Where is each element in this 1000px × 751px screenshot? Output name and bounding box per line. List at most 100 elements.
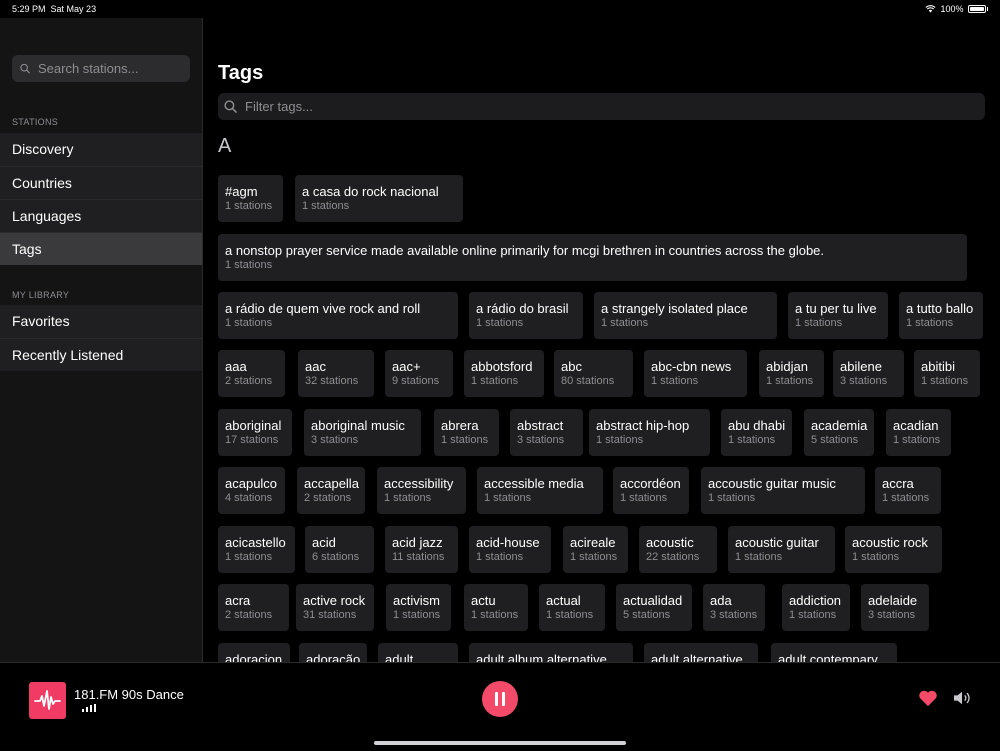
tag-chip[interactable]: abstract 3 stations bbox=[510, 409, 583, 456]
tag-station-count: 1 stations bbox=[893, 434, 941, 446]
tag-chip[interactable]: a rádio de quem vive rock and roll 1 stat… bbox=[218, 292, 458, 339]
tag-name: a tutto ballo bbox=[906, 301, 974, 316]
tag-chip[interactable]: abidjan 1 stations bbox=[759, 350, 824, 397]
tag-chip[interactable]: abc 80 stations bbox=[554, 350, 633, 397]
tag-chip[interactable]: ada 3 stations bbox=[703, 584, 765, 631]
tag-station-count: 3 stations bbox=[840, 375, 888, 387]
tag-station-count: 3 stations bbox=[517, 434, 565, 446]
sidebar-item-tags[interactable]: Tags bbox=[0, 232, 202, 265]
tag-chip[interactable]: active rock 31 stations bbox=[296, 584, 374, 631]
station-search[interactable] bbox=[12, 55, 190, 82]
search-input[interactable] bbox=[36, 60, 190, 77]
tag-chip[interactable]: aac+ 9 stations bbox=[385, 350, 453, 397]
tag-station-count: 1 stations bbox=[596, 434, 644, 446]
tag-chip[interactable]: adult alternative bbox=[644, 643, 758, 662]
sidebar-item-favorites[interactable]: Favorites bbox=[0, 305, 202, 338]
tag-chip[interactable]: a rádio do brasil 1 stations bbox=[469, 292, 583, 339]
tag-station-count: 1 stations bbox=[225, 551, 273, 563]
tag-station-count: 2 stations bbox=[225, 609, 273, 621]
tag-chip[interactable]: aboriginal music 3 stations bbox=[304, 409, 421, 456]
tag-chip[interactable]: a tu per tu live 1 stations bbox=[788, 292, 888, 339]
tag-name: acid bbox=[312, 535, 336, 550]
tag-chip[interactable]: actu 1 stations bbox=[464, 584, 528, 631]
tag-name: abilene bbox=[840, 359, 882, 374]
tag-chip[interactable]: a strangely isolated place 1 stations bbox=[594, 292, 777, 339]
library-nav: Favorites Recently Listened bbox=[0, 305, 202, 371]
tag-chip[interactable]: aboriginal 17 stations bbox=[218, 409, 292, 456]
tag-chip[interactable]: a nonstop prayer service made available … bbox=[218, 234, 967, 281]
tag-chip[interactable]: academia 5 stations bbox=[804, 409, 874, 456]
tag-grid: #agm 1 stations a casa do rock nacional 1 s… bbox=[203, 18, 1000, 662]
battery-tip bbox=[986, 7, 988, 11]
tag-chip[interactable]: adoracion bbox=[218, 643, 290, 662]
tag-chip[interactable]: accordéon 1 stations bbox=[613, 467, 689, 514]
tag-chip[interactable]: abc-cbn news 1 stations bbox=[644, 350, 747, 397]
tag-chip[interactable]: adult album alternative bbox=[469, 643, 633, 662]
tag-chip[interactable]: adult contempary bbox=[771, 643, 897, 662]
tag-chip[interactable]: acapulco 4 stations bbox=[218, 467, 285, 514]
tag-chip[interactable]: acid 6 stations bbox=[305, 526, 374, 573]
signal-bars-icon bbox=[82, 704, 96, 712]
tag-chip[interactable]: actual 1 stations bbox=[539, 584, 605, 631]
tag-chip[interactable]: acireale 1 stations bbox=[563, 526, 628, 573]
tag-chip[interactable]: abbotsford 1 stations bbox=[464, 350, 544, 397]
tag-chip[interactable]: acoustic guitar 1 stations bbox=[728, 526, 835, 573]
tag-name: abitibi bbox=[921, 359, 955, 374]
tag-name: abu dhabi bbox=[728, 418, 786, 433]
tag-chip[interactable]: acicastello 1 stations bbox=[218, 526, 295, 573]
sidebar-item-languages[interactable]: Languages bbox=[0, 199, 202, 232]
tag-chip[interactable]: adelaide 3 stations bbox=[861, 584, 929, 631]
wifi-icon bbox=[925, 5, 936, 13]
tag-chip[interactable]: accapella 2 stations bbox=[297, 467, 365, 514]
status-time: 5:29 PM Sat May 23 bbox=[12, 4, 96, 14]
tag-chip[interactable]: abrera 1 stations bbox=[434, 409, 499, 456]
tag-station-count: 1 stations bbox=[795, 317, 843, 329]
tag-station-count: 32 stations bbox=[305, 375, 359, 387]
tag-chip[interactable]: abilene 3 stations bbox=[833, 350, 904, 397]
tag-chip[interactable]: #agm 1 stations bbox=[218, 175, 283, 222]
tag-chip[interactable]: aac 32 stations bbox=[298, 350, 374, 397]
tag-station-count: 11 stations bbox=[392, 551, 445, 563]
tag-chip[interactable]: actualidad 5 stations bbox=[616, 584, 692, 631]
pause-button[interactable] bbox=[482, 681, 518, 717]
tag-chip[interactable]: accra 1 stations bbox=[875, 467, 941, 514]
tag-name: actu bbox=[471, 593, 496, 608]
tag-name: abrera bbox=[441, 418, 479, 433]
tag-chip[interactable]: adult bbox=[378, 643, 458, 662]
tag-station-count: 1 stations bbox=[708, 492, 756, 504]
now-playing-title[interactable]: 181.FM 90s Dance bbox=[74, 687, 184, 702]
tag-chip[interactable]: abstract hip-hop 1 stations bbox=[589, 409, 710, 456]
sidebar-item-recently-listened[interactable]: Recently Listened bbox=[0, 338, 202, 371]
tag-name: accapella bbox=[304, 476, 359, 491]
heart-icon[interactable] bbox=[918, 689, 938, 707]
tag-chip[interactable]: a casa do rock nacional 1 stations bbox=[295, 175, 463, 222]
tag-chip[interactable]: acid jazz 11 stations bbox=[385, 526, 458, 573]
tag-chip[interactable]: accessibility 1 stations bbox=[377, 467, 466, 514]
tag-chip[interactable]: abitibi 1 stations bbox=[914, 350, 980, 397]
tag-chip[interactable]: addiction 1 stations bbox=[782, 584, 850, 631]
battery-icon bbox=[967, 5, 986, 13]
sidebar-item-discovery[interactable]: Discovery bbox=[0, 133, 202, 166]
home-indicator[interactable] bbox=[374, 741, 626, 745]
tag-chip[interactable]: a tutto ballo 1 stations bbox=[899, 292, 983, 339]
tag-chip[interactable]: adoração bbox=[299, 643, 367, 662]
tag-chip[interactable]: activism 1 stations bbox=[386, 584, 451, 631]
tag-chip[interactable]: accoustic guitar music 1 stations bbox=[701, 467, 865, 514]
tag-chip[interactable]: acoustic 22 stations bbox=[639, 526, 717, 573]
tag-chip[interactable]: acadian 1 stations bbox=[886, 409, 951, 456]
tag-name: a strangely isolated place bbox=[601, 301, 748, 316]
tag-station-count: 1 stations bbox=[471, 609, 519, 621]
tag-station-count: 1 stations bbox=[393, 609, 441, 621]
tag-chip[interactable]: abu dhabi 1 stations bbox=[721, 409, 792, 456]
tag-chip[interactable]: acid-house 1 stations bbox=[469, 526, 551, 573]
tag-chip[interactable]: accessible media 1 stations bbox=[477, 467, 603, 514]
tag-name: adelaide bbox=[868, 593, 918, 608]
station-artwork[interactable] bbox=[29, 682, 66, 719]
speaker-icon[interactable] bbox=[952, 690, 972, 706]
tag-chip[interactable]: aaa 2 stations bbox=[218, 350, 285, 397]
tag-chip[interactable]: acoustic rock 1 stations bbox=[845, 526, 942, 573]
tag-chip[interactable]: acra 2 stations bbox=[218, 584, 289, 631]
tag-station-count: 2 stations bbox=[225, 375, 273, 387]
tag-station-count: 1 stations bbox=[441, 434, 489, 446]
sidebar-item-countries[interactable]: Countries bbox=[0, 166, 202, 199]
